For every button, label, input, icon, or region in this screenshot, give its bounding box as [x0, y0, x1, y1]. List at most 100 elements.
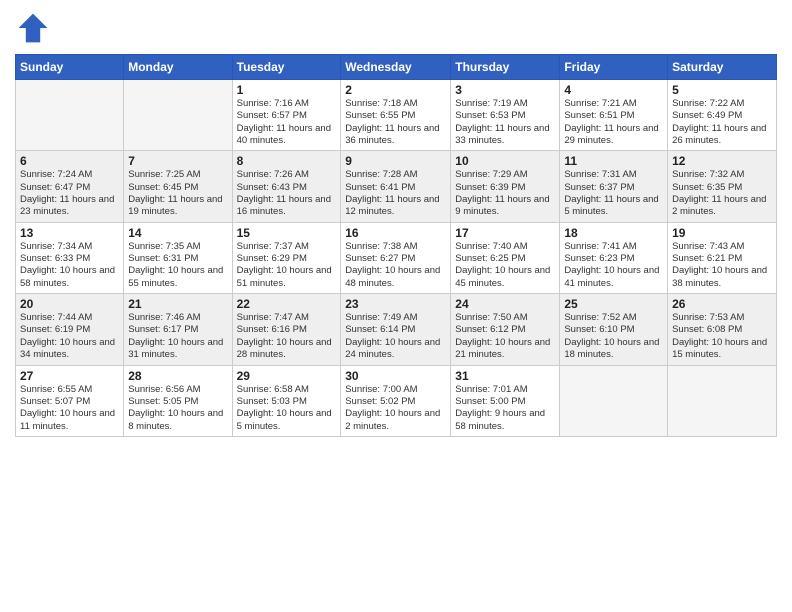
weekday-header-friday: Friday — [560, 55, 668, 80]
calendar-cell: 22Sunrise: 7:47 AM Sunset: 6:16 PM Dayli… — [232, 294, 341, 365]
day-detail: Sunrise: 7:32 AM Sunset: 6:35 PM Dayligh… — [672, 169, 772, 218]
day-number: 14 — [128, 226, 227, 240]
calendar-cell: 20Sunrise: 7:44 AM Sunset: 6:19 PM Dayli… — [16, 294, 124, 365]
calendar-cell — [124, 80, 232, 151]
weekday-header-tuesday: Tuesday — [232, 55, 341, 80]
day-number: 24 — [455, 297, 555, 311]
day-number: 17 — [455, 226, 555, 240]
calendar-cell: 24Sunrise: 7:50 AM Sunset: 6:12 PM Dayli… — [451, 294, 560, 365]
day-number: 2 — [345, 83, 446, 97]
calendar-cell: 13Sunrise: 7:34 AM Sunset: 6:33 PM Dayli… — [16, 222, 124, 293]
day-detail: Sunrise: 7:22 AM Sunset: 6:49 PM Dayligh… — [672, 98, 772, 147]
day-number: 10 — [455, 154, 555, 168]
day-detail: Sunrise: 7:26 AM Sunset: 6:43 PM Dayligh… — [237, 169, 337, 218]
day-number: 16 — [345, 226, 446, 240]
day-detail: Sunrise: 7:43 AM Sunset: 6:21 PM Dayligh… — [672, 241, 772, 290]
day-detail: Sunrise: 7:29 AM Sunset: 6:39 PM Dayligh… — [455, 169, 555, 218]
day-detail: Sunrise: 7:40 AM Sunset: 6:25 PM Dayligh… — [455, 241, 555, 290]
day-number: 27 — [20, 369, 119, 383]
day-number: 26 — [672, 297, 772, 311]
calendar-cell: 12Sunrise: 7:32 AM Sunset: 6:35 PM Dayli… — [668, 151, 777, 222]
day-number: 28 — [128, 369, 227, 383]
calendar-cell: 19Sunrise: 7:43 AM Sunset: 6:21 PM Dayli… — [668, 222, 777, 293]
day-number: 3 — [455, 83, 555, 97]
calendar-week-row: 13Sunrise: 7:34 AM Sunset: 6:33 PM Dayli… — [16, 222, 777, 293]
day-detail: Sunrise: 7:16 AM Sunset: 6:57 PM Dayligh… — [237, 98, 337, 147]
calendar-cell: 23Sunrise: 7:49 AM Sunset: 6:14 PM Dayli… — [341, 294, 451, 365]
day-number: 23 — [345, 297, 446, 311]
weekday-header-sunday: Sunday — [16, 55, 124, 80]
logo-icon — [15, 10, 51, 46]
day-number: 8 — [237, 154, 337, 168]
day-detail: Sunrise: 7:18 AM Sunset: 6:55 PM Dayligh… — [345, 98, 446, 147]
day-number: 9 — [345, 154, 446, 168]
day-number: 19 — [672, 226, 772, 240]
day-detail: Sunrise: 7:44 AM Sunset: 6:19 PM Dayligh… — [20, 312, 119, 361]
day-number: 18 — [564, 226, 663, 240]
weekday-header-row: SundayMondayTuesdayWednesdayThursdayFrid… — [16, 55, 777, 80]
day-number: 15 — [237, 226, 337, 240]
day-number: 4 — [564, 83, 663, 97]
page: SundayMondayTuesdayWednesdayThursdayFrid… — [0, 0, 792, 612]
calendar-cell: 7Sunrise: 7:25 AM Sunset: 6:45 PM Daylig… — [124, 151, 232, 222]
day-detail: Sunrise: 7:41 AM Sunset: 6:23 PM Dayligh… — [564, 241, 663, 290]
day-detail: Sunrise: 7:49 AM Sunset: 6:14 PM Dayligh… — [345, 312, 446, 361]
weekday-header-thursday: Thursday — [451, 55, 560, 80]
calendar-cell: 11Sunrise: 7:31 AM Sunset: 6:37 PM Dayli… — [560, 151, 668, 222]
day-detail: Sunrise: 7:00 AM Sunset: 5:02 PM Dayligh… — [345, 384, 446, 433]
calendar-cell: 31Sunrise: 7:01 AM Sunset: 5:00 PM Dayli… — [451, 365, 560, 436]
day-detail: Sunrise: 7:38 AM Sunset: 6:27 PM Dayligh… — [345, 241, 446, 290]
calendar-cell: 4Sunrise: 7:21 AM Sunset: 6:51 PM Daylig… — [560, 80, 668, 151]
day-number: 7 — [128, 154, 227, 168]
calendar-cell: 27Sunrise: 6:55 AM Sunset: 5:07 PM Dayli… — [16, 365, 124, 436]
day-detail: Sunrise: 7:19 AM Sunset: 6:53 PM Dayligh… — [455, 98, 555, 147]
calendar-cell: 29Sunrise: 6:58 AM Sunset: 5:03 PM Dayli… — [232, 365, 341, 436]
calendar-cell: 15Sunrise: 7:37 AM Sunset: 6:29 PM Dayli… — [232, 222, 341, 293]
day-detail: Sunrise: 7:21 AM Sunset: 6:51 PM Dayligh… — [564, 98, 663, 147]
calendar-cell: 17Sunrise: 7:40 AM Sunset: 6:25 PM Dayli… — [451, 222, 560, 293]
calendar-week-row: 27Sunrise: 6:55 AM Sunset: 5:07 PM Dayli… — [16, 365, 777, 436]
day-detail: Sunrise: 7:24 AM Sunset: 6:47 PM Dayligh… — [20, 169, 119, 218]
calendar-cell: 5Sunrise: 7:22 AM Sunset: 6:49 PM Daylig… — [668, 80, 777, 151]
calendar-cell — [560, 365, 668, 436]
calendar-cell: 28Sunrise: 6:56 AM Sunset: 5:05 PM Dayli… — [124, 365, 232, 436]
day-detail: Sunrise: 7:53 AM Sunset: 6:08 PM Dayligh… — [672, 312, 772, 361]
day-detail: Sunrise: 7:52 AM Sunset: 6:10 PM Dayligh… — [564, 312, 663, 361]
calendar-cell: 3Sunrise: 7:19 AM Sunset: 6:53 PM Daylig… — [451, 80, 560, 151]
day-detail: Sunrise: 7:28 AM Sunset: 6:41 PM Dayligh… — [345, 169, 446, 218]
header — [15, 10, 777, 46]
day-detail: Sunrise: 7:31 AM Sunset: 6:37 PM Dayligh… — [564, 169, 663, 218]
calendar-cell: 18Sunrise: 7:41 AM Sunset: 6:23 PM Dayli… — [560, 222, 668, 293]
weekday-header-saturday: Saturday — [668, 55, 777, 80]
calendar-cell — [668, 365, 777, 436]
calendar-week-row: 1Sunrise: 7:16 AM Sunset: 6:57 PM Daylig… — [16, 80, 777, 151]
day-number: 5 — [672, 83, 772, 97]
calendar-cell: 21Sunrise: 7:46 AM Sunset: 6:17 PM Dayli… — [124, 294, 232, 365]
day-detail: Sunrise: 7:25 AM Sunset: 6:45 PM Dayligh… — [128, 169, 227, 218]
calendar-cell: 26Sunrise: 7:53 AM Sunset: 6:08 PM Dayli… — [668, 294, 777, 365]
calendar-cell: 30Sunrise: 7:00 AM Sunset: 5:02 PM Dayli… — [341, 365, 451, 436]
calendar-cell: 8Sunrise: 7:26 AM Sunset: 6:43 PM Daylig… — [232, 151, 341, 222]
day-number: 25 — [564, 297, 663, 311]
day-detail: Sunrise: 6:55 AM Sunset: 5:07 PM Dayligh… — [20, 384, 119, 433]
calendar-cell: 9Sunrise: 7:28 AM Sunset: 6:41 PM Daylig… — [341, 151, 451, 222]
day-number: 22 — [237, 297, 337, 311]
calendar-cell — [16, 80, 124, 151]
calendar-cell: 1Sunrise: 7:16 AM Sunset: 6:57 PM Daylig… — [232, 80, 341, 151]
day-detail: Sunrise: 6:56 AM Sunset: 5:05 PM Dayligh… — [128, 384, 227, 433]
calendar-week-row: 6Sunrise: 7:24 AM Sunset: 6:47 PM Daylig… — [16, 151, 777, 222]
day-number: 21 — [128, 297, 227, 311]
day-number: 30 — [345, 369, 446, 383]
day-number: 11 — [564, 154, 663, 168]
calendar-cell: 16Sunrise: 7:38 AM Sunset: 6:27 PM Dayli… — [341, 222, 451, 293]
day-detail: Sunrise: 7:01 AM Sunset: 5:00 PM Dayligh… — [455, 384, 555, 433]
weekday-header-monday: Monday — [124, 55, 232, 80]
calendar-cell: 2Sunrise: 7:18 AM Sunset: 6:55 PM Daylig… — [341, 80, 451, 151]
day-detail: Sunrise: 7:47 AM Sunset: 6:16 PM Dayligh… — [237, 312, 337, 361]
day-number: 1 — [237, 83, 337, 97]
day-detail: Sunrise: 7:50 AM Sunset: 6:12 PM Dayligh… — [455, 312, 555, 361]
day-number: 12 — [672, 154, 772, 168]
day-detail: Sunrise: 7:35 AM Sunset: 6:31 PM Dayligh… — [128, 241, 227, 290]
day-detail: Sunrise: 7:34 AM Sunset: 6:33 PM Dayligh… — [20, 241, 119, 290]
day-detail: Sunrise: 7:46 AM Sunset: 6:17 PM Dayligh… — [128, 312, 227, 361]
